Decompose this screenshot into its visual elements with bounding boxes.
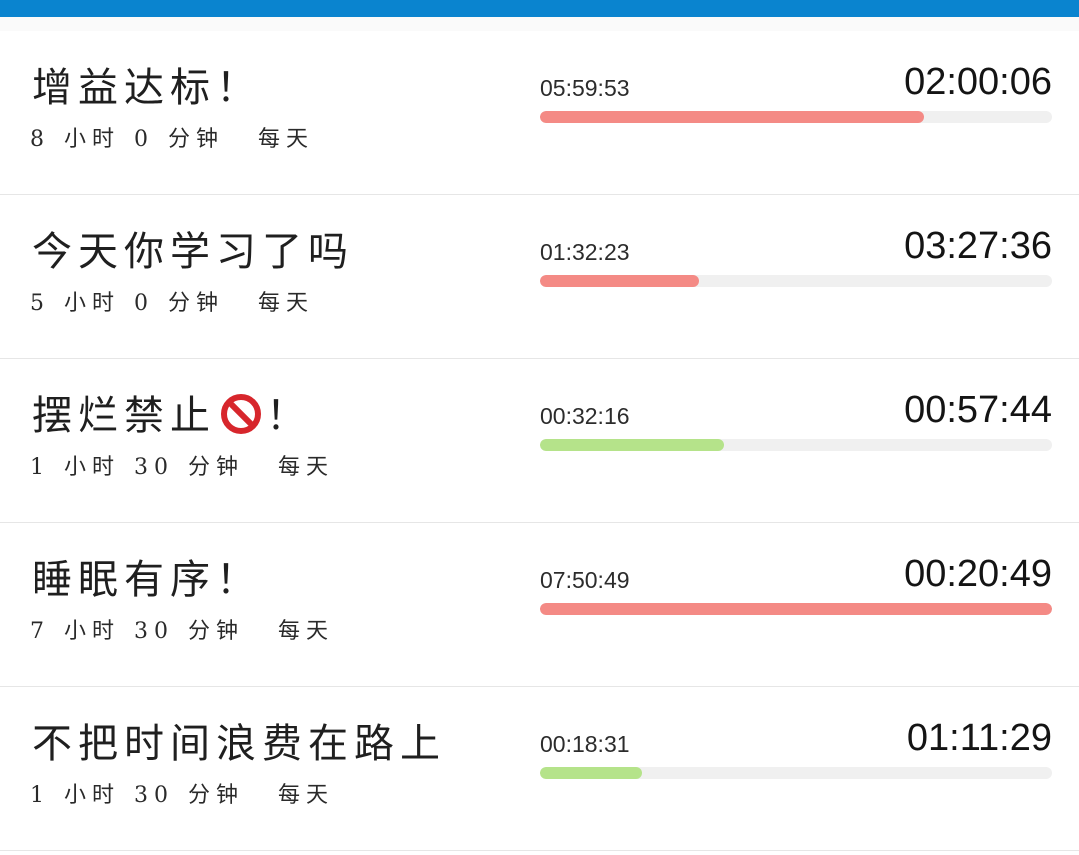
progress-track: [540, 439, 1052, 451]
target-hours-unit: 小时: [64, 291, 121, 316]
target-hours: 5: [30, 291, 50, 316]
elapsed-time: 01:32:23: [540, 239, 630, 265]
goal-title-suffix: ！: [266, 393, 312, 439]
goal-target: 7 小时 30 分钟 每天: [30, 613, 348, 645]
progress-fill: [540, 767, 643, 779]
target-minutes-unit: 分钟: [168, 291, 225, 316]
target-minutes: 30: [134, 783, 175, 808]
goal-item[interactable]: 睡眠有序！ 7 小时 30 分钟 每天 07:50:49 00:20:49: [0, 523, 1079, 687]
goal-title: 摆烂禁止 ！: [32, 383, 312, 441]
target-minutes-unit: 分钟: [188, 619, 245, 644]
target-minutes: 0: [134, 127, 155, 152]
elapsed-time: 00:32:16: [540, 403, 630, 429]
target-hours: 1: [30, 455, 50, 480]
target-hours: 8: [30, 127, 50, 152]
target-hours-unit: 小时: [64, 619, 121, 644]
goal-target: 1 小时 30 分钟 每天: [30, 449, 348, 481]
target-minutes-unit: 分钟: [188, 783, 245, 808]
goal-list: 增益达标！ 8 小时 0 分钟 每天 05:59:53 02:00:06 今天你学习了吗…: [0, 31, 1079, 851]
goal-target: 8 小时 0 分钟 每天: [30, 121, 328, 153]
remaining-time: 02:00:06: [904, 61, 1052, 103]
remaining-time: 01:11:29: [906, 717, 1052, 759]
goal-item[interactable]: 摆烂禁止 ！ 1 小时 30 分钟 每天 00:32:16 00:57:44: [0, 359, 1079, 523]
progress-fill: [540, 111, 924, 123]
target-hours-unit: 小时: [64, 455, 121, 480]
target-minutes: 0: [134, 291, 155, 316]
goal-item[interactable]: 增益达标！ 8 小时 0 分钟 每天 05:59:53 02:00:06: [0, 31, 1079, 195]
goal-item[interactable]: 今天你学习了吗 5 小时 0 分钟 每天 01:32:23 03:27:36: [0, 195, 1079, 359]
remaining-time: 00:57:44: [904, 389, 1052, 431]
target-hours: 1: [30, 783, 50, 808]
top-spacer: [0, 17, 1079, 31]
target-frequency: 每天: [258, 291, 315, 316]
target-minutes: 30: [134, 455, 175, 480]
remaining-time: 00:20:49: [904, 553, 1052, 595]
progress-fill: [540, 439, 725, 451]
target-frequency: 每天: [278, 455, 335, 480]
progress-track: [540, 767, 1052, 779]
target-hours-unit: 小时: [64, 127, 121, 152]
progress-track: [540, 603, 1052, 615]
progress-track: [540, 275, 1052, 287]
progress-fill: [540, 275, 699, 287]
progress-fill: [540, 603, 1052, 615]
no-entry-icon: [221, 394, 261, 434]
goal-title-text: 摆烂禁止: [32, 393, 216, 439]
target-minutes-unit: 分钟: [168, 127, 225, 152]
goal-item[interactable]: 不把时间浪费在路上 1 小时 30 分钟 每天 00:18:31 01:11:29: [0, 687, 1079, 851]
target-hours: 7: [30, 619, 50, 644]
progress-track: [540, 111, 1052, 123]
target-minutes: 30: [134, 619, 175, 644]
target-hours-unit: 小时: [64, 783, 121, 808]
goal-title: 不把时间浪费在路上: [32, 721, 446, 767]
elapsed-time: 05:59:53: [540, 75, 630, 101]
goal-target: 5 小时 0 分钟 每天: [30, 285, 328, 317]
goal-title: 睡眠有序！: [32, 557, 262, 603]
goal-title: 今天你学习了吗: [32, 229, 354, 275]
goal-title: 增益达标！: [32, 65, 262, 111]
top-app-bar: [0, 0, 1079, 17]
target-frequency: 每天: [258, 127, 315, 152]
elapsed-time: 00:18:31: [540, 731, 630, 757]
goal-target: 1 小时 30 分钟 每天: [30, 777, 348, 809]
elapsed-time: 07:50:49: [540, 567, 630, 593]
target-frequency: 每天: [278, 619, 335, 644]
remaining-time: 03:27:36: [904, 225, 1052, 267]
target-minutes-unit: 分钟: [188, 455, 245, 480]
target-frequency: 每天: [278, 783, 335, 808]
